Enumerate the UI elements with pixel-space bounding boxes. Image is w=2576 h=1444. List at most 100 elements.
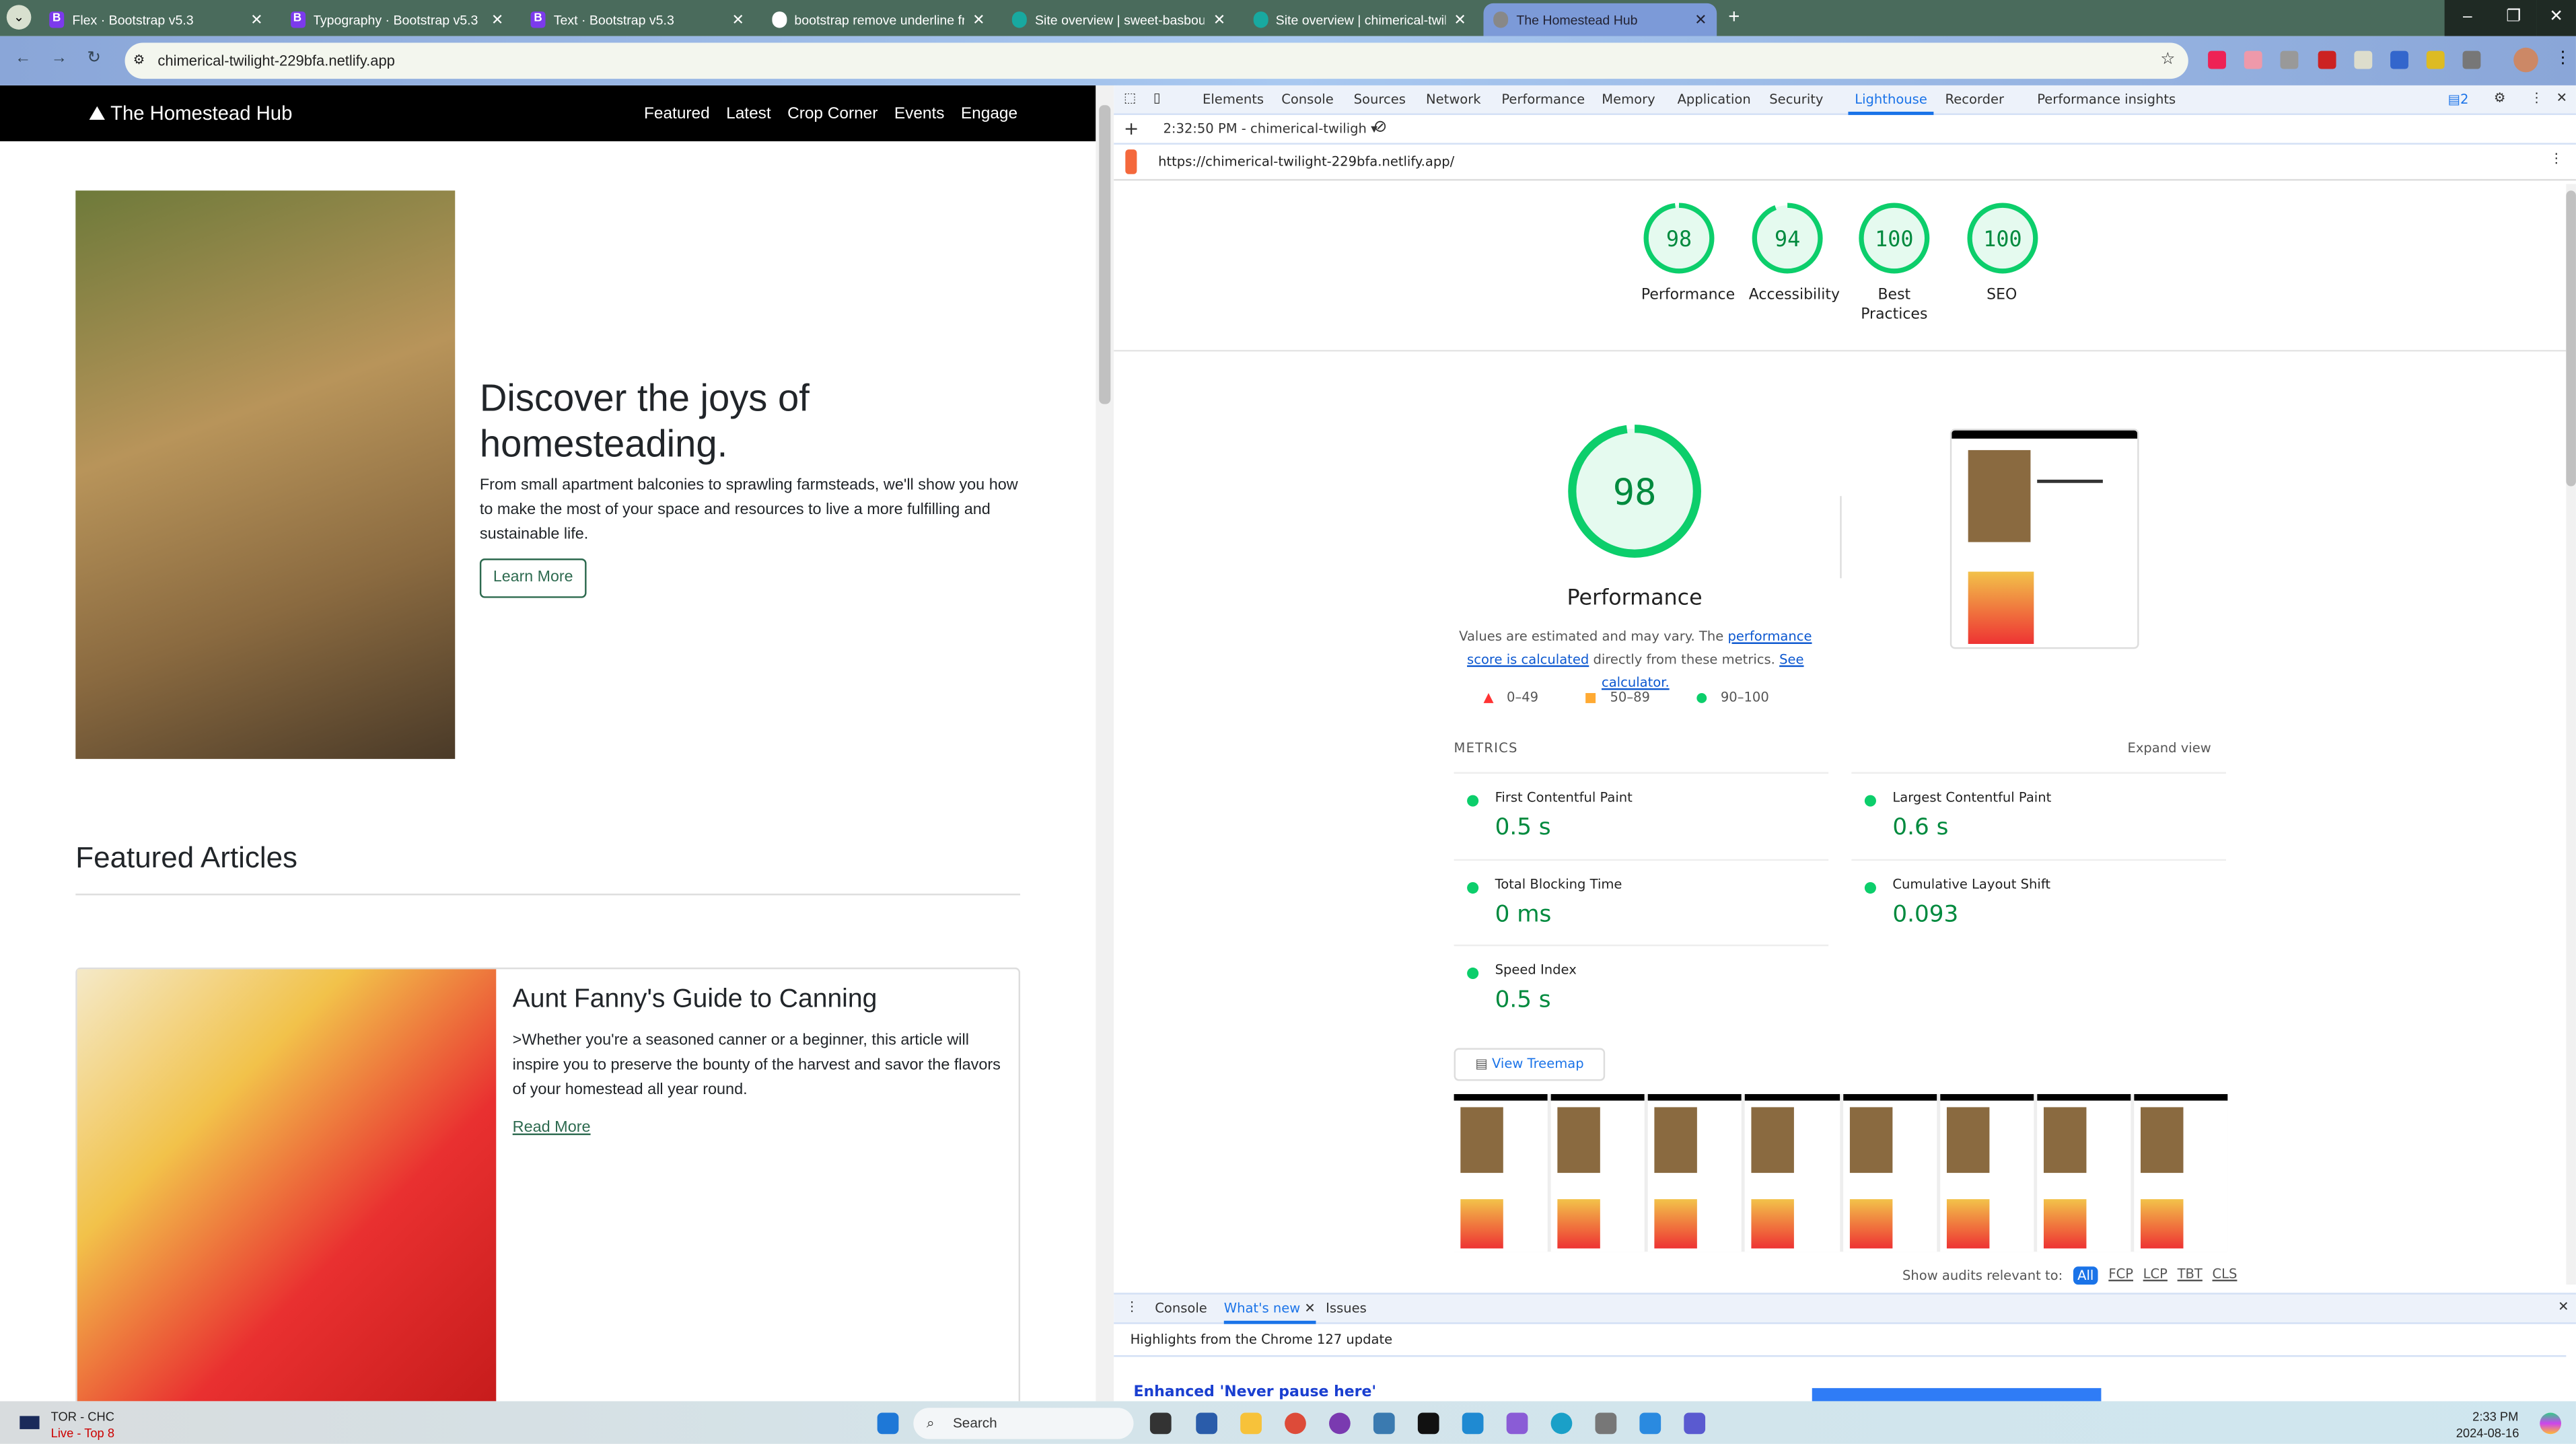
extension-icon[interactable] [2426,50,2445,69]
browser-tab[interactable]: bootstrap remove underline fro ✕ [762,3,995,36]
audit-filter-cls[interactable]: CLS [2213,1266,2238,1285]
site-brand[interactable]: ⛰ The Homestead Hub [89,102,293,127]
score-widget-line1[interactable]: TOR - CHC [51,1410,114,1424]
bookmark-star-icon[interactable]: ☆ [2160,42,2175,79]
app-icon[interactable] [1329,1412,1351,1435]
browser-menu-icon[interactable]: ⋮ [2554,49,2571,67]
browser-tab[interactable]: B Typography · Bootstrap v5.3 ✕ [280,3,513,36]
webstorm-icon[interactable] [1417,1412,1439,1435]
calculator-icon[interactable] [1595,1412,1617,1435]
nav-link[interactable]: Featured [644,105,710,123]
learn-more-button[interactable]: Learn More [479,558,587,598]
devtools-tab[interactable]: Security [1769,92,1823,107]
new-tab-button[interactable]: + [1728,5,1740,28]
nav-link[interactable]: Crop Corner [787,105,878,123]
clock-time[interactable]: 2:33 PM [2472,1410,2518,1424]
vscode-icon[interactable] [1462,1412,1484,1435]
extension-icon[interactable] [2354,50,2373,69]
close-tab-icon[interactable]: ✕ [1454,11,1466,29]
restore-button[interactable]: ❐ [2491,0,2537,36]
devtools-tab[interactable]: Application [1678,92,1751,107]
site-info-icon[interactable]: ⚙ [133,42,145,79]
minimize-button[interactable]: – [2444,0,2491,36]
copilot-icon[interactable] [2540,1412,2561,1435]
extension-icon[interactable] [2280,50,2299,69]
profile-avatar[interactable] [2513,47,2538,73]
back-button[interactable]: ← [15,49,31,67]
browser-tab[interactable]: Site overview | chimerical-twilig ✕ [1243,3,1476,36]
devtools-tab[interactable]: Console [1281,92,1334,107]
close-tab-icon[interactable]: ✕ [731,11,744,29]
sports-widget-icon[interactable] [20,1416,40,1429]
drawer-tab-issues[interactable]: Issues [1326,1301,1367,1316]
clear-reports-icon[interactable]: ⊘ [1373,118,1387,137]
page-scrollbar[interactable] [1096,85,1114,1402]
close-tab-icon[interactable]: ✕ [1694,11,1707,29]
more-options-icon[interactable]: ⋮ [2530,90,2544,105]
browser-tab[interactable]: The Homestead Hub ✕ [1483,3,1717,36]
close-tab-icon[interactable]: ✕ [972,11,985,29]
score-gauge[interactable]: 100 SEO [1944,201,2059,305]
devtools-tab[interactable]: Memory [1602,92,1655,107]
store-icon[interactable] [1196,1412,1218,1435]
app-icon[interactable] [1373,1412,1395,1435]
expand-view-button[interactable]: Expand view [2127,741,2211,756]
file-explorer-icon[interactable] [1240,1412,1262,1435]
close-drawer-icon[interactable]: ✕ [2558,1299,2569,1314]
score-gauge[interactable]: 100 Best Practices [1836,201,1952,326]
extension-icon[interactable] [2208,50,2226,69]
devtools-tab[interactable]: Recorder [1945,92,2004,107]
close-tab-icon[interactable]: ✕ [250,11,262,29]
report-menu-icon[interactable]: ⋮ [2550,151,2563,166]
nav-link[interactable]: Latest [726,105,771,123]
windows-start-icon[interactable] [877,1412,899,1435]
browser-tab[interactable]: B Text · Bootstrap v5.3 ✕ [521,3,754,36]
browser-tab[interactable]: B Flex · Bootstrap v5.3 ✕ [40,3,273,36]
whats-new-link[interactable]: Enhanced 'Never pause here' [1133,1385,1376,1401]
task-view-icon[interactable] [1149,1412,1172,1435]
taskbar-search[interactable]: ⌕ Search [913,1408,1134,1439]
tab-search-button[interactable]: ⌄ [6,5,32,30]
browser-tab[interactable]: Site overview | sweet-basbousa ✕ [1002,3,1236,36]
drawer-tab-console[interactable]: Console [1155,1301,1207,1316]
devtools-tab[interactable]: Network [1426,92,1481,107]
app-icon[interactable] [1639,1412,1661,1435]
device-toolbar-icon[interactable]: ▯ [1153,90,1161,105]
scrollbar-thumb[interactable] [1099,105,1111,404]
devtools-tab[interactable]: Sources [1354,92,1406,107]
report-select[interactable]: 2:32:50 PM - chimerical-twiligh ▾ [1163,122,1378,137]
teams-icon[interactable] [1684,1412,1706,1435]
issues-badge[interactable]: ▤2 [2448,92,2469,107]
inspect-element-icon[interactable]: ⬚ [1124,90,1136,105]
devtools-tab[interactable]: Lighthouse [1848,92,1934,115]
close-tab-icon[interactable]: ✕ [491,11,503,29]
close-devtools-icon[interactable]: ✕ [2556,90,2567,105]
close-tab-icon[interactable]: ✕ [1213,11,1225,29]
audit-filter-tbt[interactable]: TBT [2178,1266,2203,1285]
edge-icon[interactable] [1550,1412,1573,1435]
score-gauge[interactable]: 98 Performance [1622,201,1737,305]
url-input[interactable]: ⚙ chimerical-twilight-229bfa.netlify.app… [124,42,2188,79]
extension-icon[interactable] [2390,50,2408,69]
nav-link[interactable]: Engage [961,105,1017,123]
audit-filter-all[interactable]: All [2072,1266,2099,1285]
score-gauge[interactable]: 94 Accessibility [1729,201,1844,305]
page-screenshot-thumbnail[interactable] [1949,429,2139,649]
chrome-icon[interactable] [1285,1412,1306,1435]
devtools-tab[interactable]: Performance [1501,92,1585,107]
nav-link[interactable]: Events [894,105,945,123]
report-url[interactable]: https://chimerical-twilight-229bfa.netli… [1158,154,1454,169]
close-window-button[interactable]: ✕ [2536,0,2576,36]
read-more-link[interactable]: Read More [513,1119,591,1137]
close-tab-icon[interactable]: ✕ [1304,1301,1315,1316]
audit-filter-fcp[interactable]: FCP [2108,1266,2133,1285]
drawer-tab-whats-new[interactable]: What's new ✕ [1223,1301,1316,1324]
reload-button[interactable]: ↻ [87,49,100,67]
clock-date[interactable]: 2024-08-16 [2456,1426,2519,1441]
extension-icon[interactable] [2318,50,2336,69]
forward-button[interactable]: → [51,49,67,67]
extension-icon[interactable] [2244,50,2262,69]
settings-gear-icon[interactable]: ⚙ [2494,90,2506,105]
scrollbar-thumb[interactable] [2566,190,2576,486]
view-treemap-button[interactable]: ▤ View Treemap [1454,1048,1606,1081]
